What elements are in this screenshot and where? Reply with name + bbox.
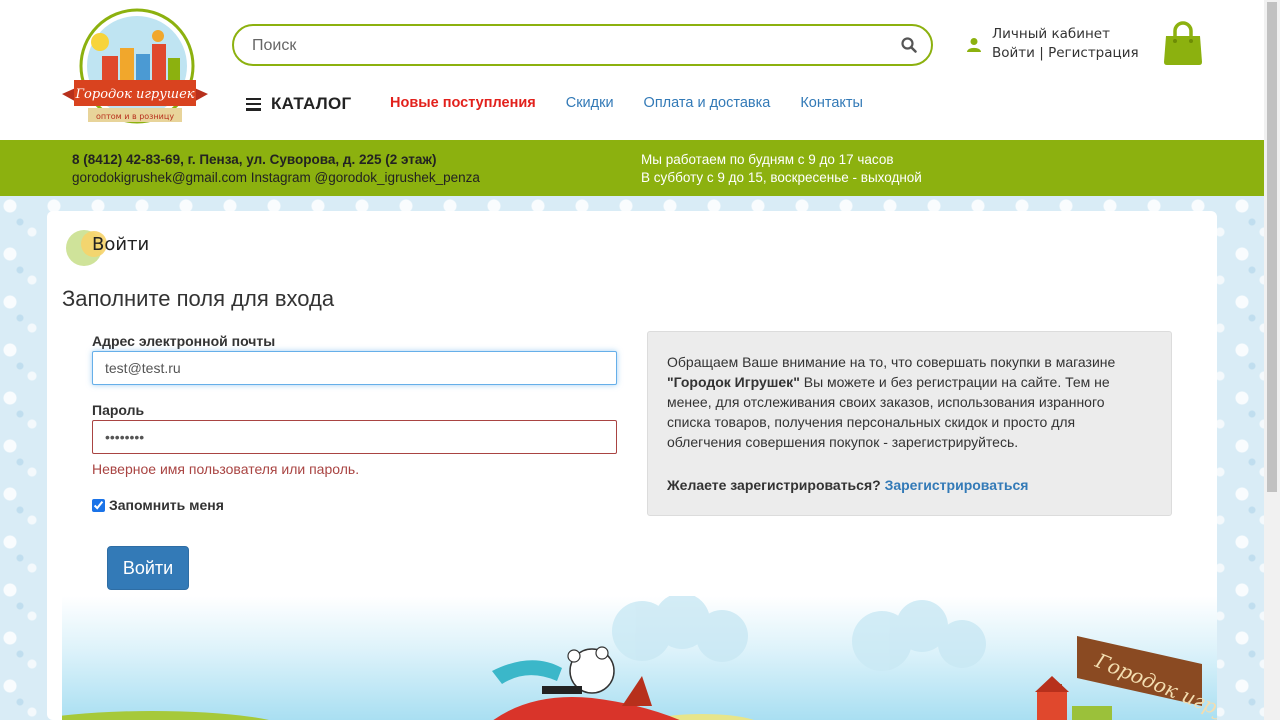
search-input[interactable]: [252, 34, 872, 58]
catalog-button[interactable]: КАТАЛОГ: [246, 94, 352, 114]
store-name: "Городок Игрушек": [667, 374, 800, 390]
remember-me-label: Запомнить меня: [109, 497, 224, 513]
page-title: Заполните поля для входа: [62, 286, 335, 311]
nav-item-contacts[interactable]: Контакты: [800, 95, 863, 111]
login-error-message: Неверное имя пользователя или пароль.: [92, 461, 360, 477]
nav-item-discounts[interactable]: Скидки: [566, 95, 614, 111]
login-link[interactable]: Войти: [992, 45, 1035, 61]
registration-notice: Обращаем Ваше внимание на то, что соверш…: [647, 331, 1172, 516]
store-contacts: gorodokigrushek@gmail.com Instagram @gor…: [72, 170, 480, 185]
account-links: Войти | Регистрация: [992, 45, 1139, 61]
nav-item-new-arrivals[interactable]: Новые поступления: [390, 95, 536, 111]
main-nav: Новые поступления Скидки Оплата и достав…: [390, 95, 893, 111]
remember-me-checkbox[interactable]: [92, 498, 105, 512]
menu-icon: [246, 97, 261, 111]
working-hours-weekdays: Мы работаем по будням с 9 до 17 часов: [641, 152, 894, 167]
notice-text: Обращаем Ваше внимание на то, что соверш…: [667, 354, 1116, 450]
breadcrumb: Войти: [92, 234, 150, 255]
remember-me[interactable]: Запомнить меня: [92, 497, 224, 513]
login-card: Войти Заполните поля для входа Адрес эле…: [47, 211, 1217, 720]
catalog-label: КАТАЛОГ: [271, 94, 352, 113]
site-logo[interactable]: Городок игрушек оптом и в розницу: [60, 8, 210, 132]
working-hours-weekend: В субботу с 9 до 15, воскресенье - выход…: [641, 170, 922, 185]
search-icon[interactable]: [901, 37, 917, 53]
email-label: Адрес электронной почты: [92, 333, 276, 349]
password-label: Пароль: [92, 402, 145, 418]
shopping-bag-icon[interactable]: [1163, 20, 1203, 66]
page-scrollbar[interactable]: [1264, 0, 1280, 720]
nav-item-payment-delivery[interactable]: Оплата и доставка: [644, 95, 771, 111]
info-bar: 8 (8412) 42-83-69, г. Пенза, ул. Суворов…: [0, 140, 1264, 196]
store-address: 8 (8412) 42-83-69, г. Пенза, ул. Суворов…: [72, 152, 437, 167]
user-icon: [967, 38, 981, 52]
account-separator: |: [1034, 45, 1049, 61]
scrollbar-thumb[interactable]: [1267, 2, 1277, 492]
login-submit-button[interactable]: Войти: [107, 546, 189, 590]
register-question: Желаете зарегистрироваться? Зарегистриро…: [667, 477, 1029, 493]
account-title: Личный кабинет: [992, 26, 1110, 42]
register-link[interactable]: Регистрация: [1048, 45, 1139, 61]
svg-text:оптом и в розницу: оптом и в розницу: [96, 112, 174, 121]
email-field[interactable]: [92, 351, 617, 385]
promo-banner: Городок игрушек: [62, 596, 1217, 720]
svg-text:Городок игрушек: Городок игрушек: [74, 87, 194, 102]
search-box[interactable]: [232, 24, 933, 66]
register-now-link[interactable]: Зарегистрироваться: [885, 477, 1029, 493]
site-header: Городок игрушек оптом и в розницу Личный…: [0, 0, 1264, 140]
password-field[interactable]: [92, 420, 617, 454]
